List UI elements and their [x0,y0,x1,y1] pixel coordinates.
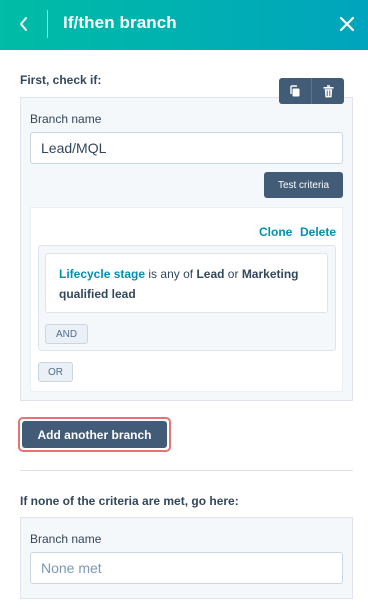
section-divider [20,470,353,471]
copy-icon [290,84,300,96]
chevron-left-icon [20,17,27,31]
filter-operator: is any of [148,267,194,281]
trash-icon [323,84,333,97]
filter-conjunction: or [227,267,239,281]
and-button[interactable]: AND [45,324,88,344]
clone-link[interactable]: Clone [259,225,292,239]
delete-link[interactable]: Delete [300,225,336,239]
branch-name-label: Branch name [30,112,102,126]
test-criteria-button[interactable]: Test criteria [264,172,343,198]
close-icon [339,16,355,32]
back-button[interactable] [10,10,38,38]
add-another-branch-button[interactable]: Add another branch [22,421,167,448]
close-button[interactable] [334,11,360,37]
fallback-branch-name-label: Branch name [30,532,102,546]
branch-toolbar [279,78,344,104]
header-divider [47,10,48,38]
first-check-label: First, check if: [20,73,102,87]
filter-property: Lifecycle stage [59,267,146,281]
or-button[interactable]: OR [38,362,73,382]
filter-value-1: Lead [196,267,225,281]
delete-branch-button[interactable] [312,78,344,104]
fallback-label: If none of the criteria are met, go here… [20,494,239,508]
fallback-branch-name-input[interactable] [30,552,343,584]
panel-header: If/then branch [0,0,368,50]
filter-card[interactable]: Lifecycle stage is any of Lead or Market… [45,253,328,313]
panel-title: If/then branch [63,13,177,32]
branch-name-input[interactable] [30,132,343,164]
clone-branch-button[interactable] [279,78,311,104]
